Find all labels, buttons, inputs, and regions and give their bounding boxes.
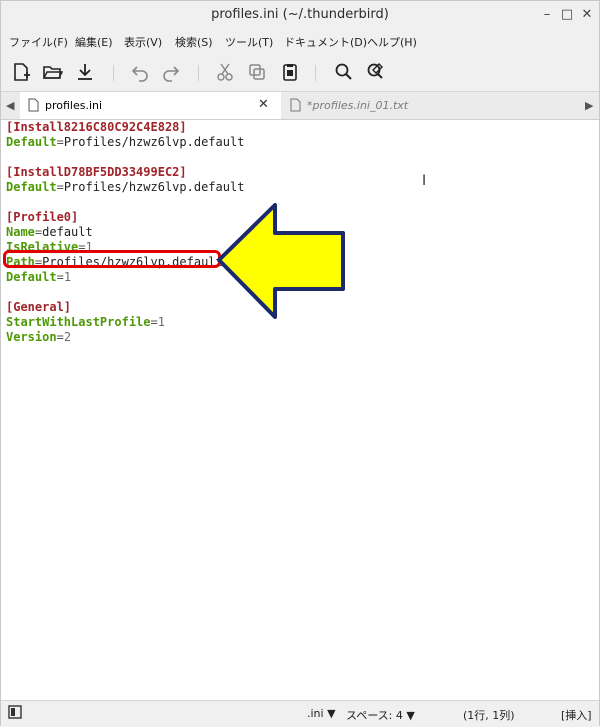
sidepanel-toggle-icon[interactable] [8,705,22,722]
tab-profiles-ini-01[interactable]: *profiles.ini_01.txt [282,92,582,119]
cut-icon[interactable] [214,61,236,83]
menu-tools[interactable]: ツール(T) [225,34,273,50]
toolbar [1,53,599,92]
indent-dropdown[interactable]: スペース: 4 ▼ [346,707,415,723]
window-title: profiles.ini (~/.thunderbird) [211,7,389,22]
document-icon [290,98,301,112]
paste-icon[interactable] [279,61,301,83]
text-cursor-icon: I [422,173,427,189]
editor-line: [Install8216C80C92C4E828] [6,120,187,134]
minimize-button[interactable]: – [538,6,556,24]
editor-line: [Profile0] [6,210,79,224]
editor-line: Name=default [6,225,93,239]
toolbar-separator [198,65,199,81]
menu-help[interactable]: ヘルプ(H) [367,34,417,50]
replace-icon[interactable] [365,61,387,83]
toolbar-separator [315,65,316,81]
editor-line: Default=Profiles/hzwz6lvp.default [6,135,245,149]
tab-scroll-left-icon[interactable]: ◀ [6,99,14,112]
editor-line: [General] [6,300,72,314]
tab-profiles-ini[interactable]: profiles.ini ✕ [20,92,281,119]
new-file-icon[interactable] [10,61,32,83]
menu-edit[interactable]: 編集(E) [75,34,113,50]
editor-line: Default=1 [6,270,72,284]
editor-line: StartWithLastProfile=1 [6,315,165,329]
menu-file[interactable]: ファイル(F) [9,34,68,50]
status-bar: .ini ▼ スペース: 4 ▼ (1行, 1列) [挿入] [1,700,599,727]
insert-mode[interactable]: [挿入] [561,707,592,723]
editor-line: [InstallD78BF5DD33499EC2] [6,165,187,179]
editor-line: Default=Profiles/hzwz6lvp.default [6,180,245,194]
menu-bar: ファイル(F) 編集(E) 表示(V) 検索(S) ツール(T) ドキュメント(… [1,29,599,53]
copy-icon[interactable] [246,61,268,83]
document-icon [28,98,39,112]
syntax-dropdown[interactable]: .ini ▼ [307,707,336,720]
maximize-button[interactable]: □ [558,6,576,24]
editor-window: profiles.ini (~/.thunderbird) – □ ✕ ファイル… [0,0,600,727]
annotation-arrow-icon [217,203,345,319]
menu-view[interactable]: 表示(V) [124,34,162,50]
menu-search[interactable]: 検索(S) [175,34,213,50]
open-icon[interactable] [41,61,64,83]
tab-bar: ◀ profiles.ini ✕ *profiles.ini_01.txt ▶ [1,92,599,120]
title-bar: profiles.ini (~/.thunderbird) – □ ✕ [1,1,599,29]
close-tab-icon[interactable]: ✕ [258,97,269,112]
menu-document[interactable]: ドキュメント(D) [284,34,367,50]
redo-icon[interactable] [160,61,182,83]
close-window-button[interactable]: ✕ [578,6,596,24]
cursor-position: (1行, 1列) [463,709,515,722]
save-icon[interactable] [74,61,96,83]
path-highlight-box [3,250,221,268]
toolbar-separator [113,65,114,81]
tab-label: *profiles.ini_01.txt [307,99,409,112]
tab-label: profiles.ini [45,99,103,112]
undo-icon[interactable] [129,61,151,83]
search-icon[interactable] [333,61,355,83]
editor-line: Version=2 [6,330,72,344]
tab-scroll-right-icon[interactable]: ▶ [585,99,593,112]
